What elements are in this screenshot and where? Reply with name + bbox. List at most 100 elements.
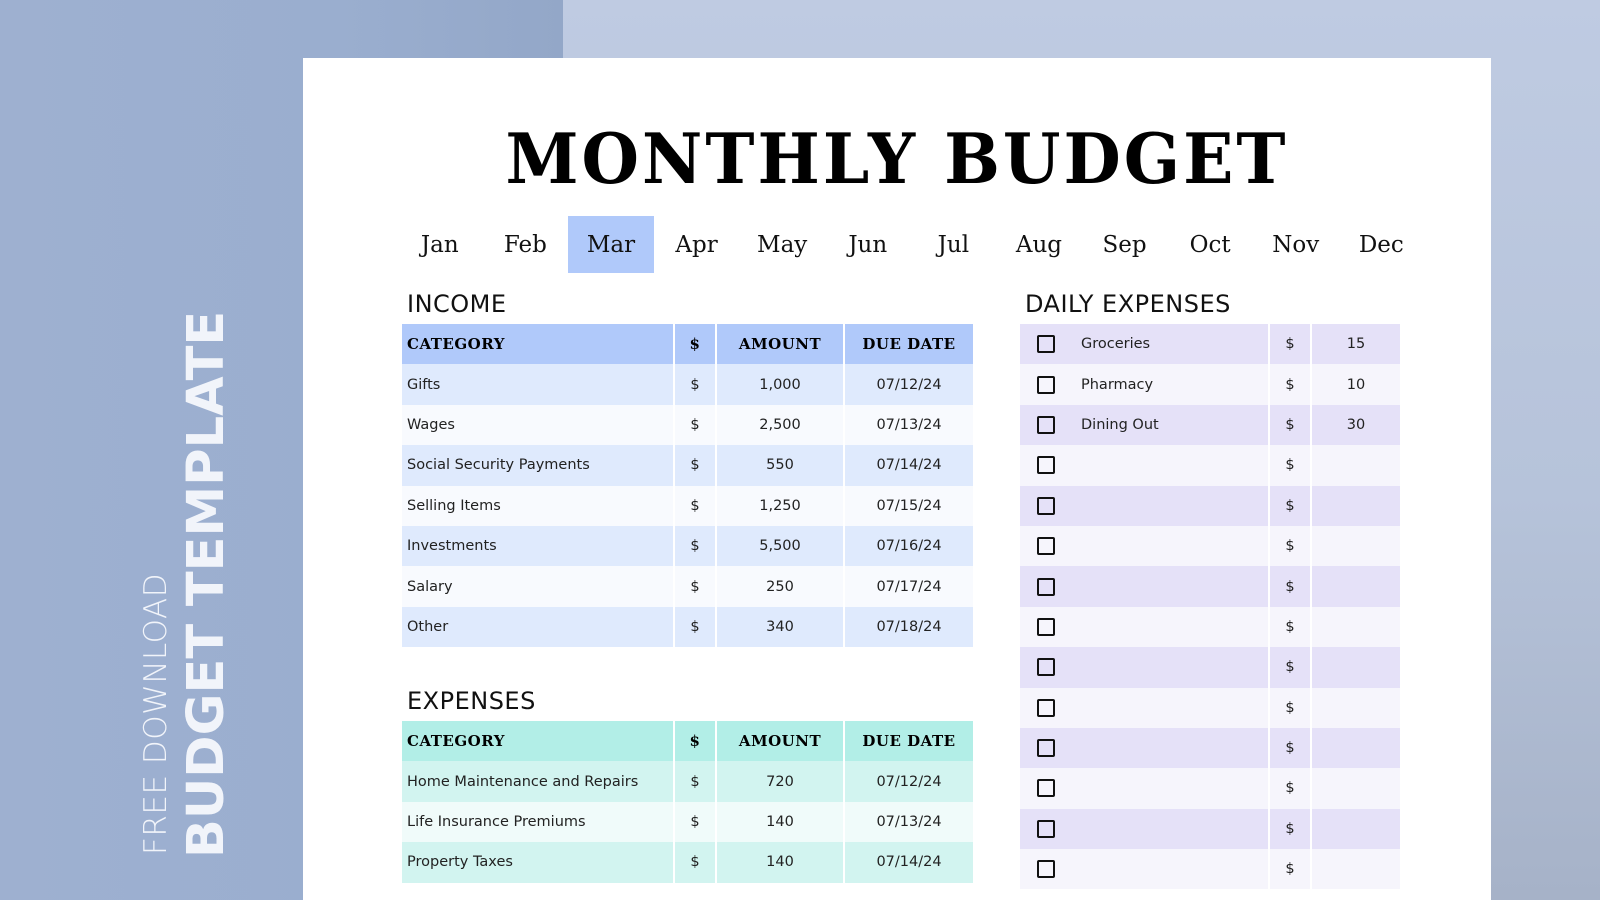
amount-cell[interactable]: 340 xyxy=(717,606,845,648)
month-tab-jul[interactable]: Jul xyxy=(911,216,997,273)
currency-cell[interactable]: $ xyxy=(675,842,717,883)
amount-cell[interactable] xyxy=(1312,606,1400,648)
checkbox-icon[interactable] xyxy=(1037,537,1055,556)
month-tab-mar[interactable]: Mar xyxy=(568,216,654,273)
checkbox-icon[interactable] xyxy=(1037,698,1055,717)
checkbox-icon[interactable] xyxy=(1037,819,1055,838)
amount-cell[interactable]: 2,500 xyxy=(717,404,845,446)
daily-expense-row: $ xyxy=(1020,808,1400,850)
due-date-cell[interactable]: 07/15/24 xyxy=(845,485,973,526)
category-cell[interactable]: Gifts xyxy=(402,364,675,405)
month-tab-feb[interactable]: Feb xyxy=(483,216,569,273)
currency-cell[interactable]: $ xyxy=(675,761,717,802)
amount-cell[interactable] xyxy=(1312,525,1400,567)
category-cell[interactable]: Home Maintenance and Repairs xyxy=(402,761,675,802)
checkbox-icon[interactable] xyxy=(1037,456,1055,475)
amount-cell[interactable]: 1,000 xyxy=(717,364,845,405)
month-tab-aug[interactable]: Aug xyxy=(996,216,1082,273)
due-date-cell[interactable]: 07/13/24 xyxy=(845,404,973,446)
amount-cell[interactable] xyxy=(1312,485,1400,526)
due-date-cell[interactable]: 07/17/24 xyxy=(845,566,973,607)
due-date-cell[interactable]: 07/14/24 xyxy=(845,445,973,486)
category-cell[interactable]: Other xyxy=(402,606,675,648)
currency-cell[interactable]: $ xyxy=(675,801,717,843)
checkbox-icon[interactable] xyxy=(1037,496,1055,515)
item-cell[interactable] xyxy=(1020,849,1270,890)
month-tab-oct[interactable]: Oct xyxy=(1167,216,1253,273)
currency-cell[interactable]: $ xyxy=(675,525,717,567)
item-cell[interactable]: Dining Out xyxy=(1020,404,1270,446)
item-cell[interactable] xyxy=(1020,445,1270,486)
item-cell[interactable] xyxy=(1020,485,1270,526)
due-date-cell[interactable]: 07/14/24 xyxy=(845,842,973,883)
currency-cell[interactable]: $ xyxy=(675,566,717,607)
amount-cell[interactable]: 140 xyxy=(717,801,845,843)
amount-cell[interactable] xyxy=(1312,849,1400,890)
item-cell[interactable] xyxy=(1020,808,1270,850)
amount-cell[interactable]: 5,500 xyxy=(717,525,845,567)
due-date-cell[interactable]: 07/12/24 xyxy=(845,364,973,405)
daily-expense-row: $ xyxy=(1020,606,1400,648)
amount-cell[interactable]: 140 xyxy=(717,842,845,883)
amount-cell[interactable] xyxy=(1312,647,1400,688)
month-tab-jan[interactable]: Jan xyxy=(397,216,483,273)
checkbox-icon[interactable] xyxy=(1037,860,1055,879)
due-date-cell[interactable]: 07/18/24 xyxy=(845,606,973,648)
amount-cell[interactable] xyxy=(1312,768,1400,809)
month-tab-may[interactable]: May xyxy=(739,216,825,273)
category-cell[interactable]: Salary xyxy=(402,566,675,607)
month-tab-nov[interactable]: Nov xyxy=(1253,216,1339,273)
due-date-cell[interactable]: 07/12/24 xyxy=(845,761,973,802)
category-cell[interactable]: Social Security Payments xyxy=(402,445,675,486)
month-tab-jun[interactable]: Jun xyxy=(825,216,911,273)
checkbox-icon[interactable] xyxy=(1037,375,1055,394)
item-cell[interactable] xyxy=(1020,647,1270,688)
category-cell[interactable]: Selling Items xyxy=(402,485,675,526)
amount-cell[interactable]: 1,250 xyxy=(717,485,845,526)
item-cell[interactable] xyxy=(1020,525,1270,567)
amount-cell[interactable] xyxy=(1312,727,1400,769)
item-cell[interactable]: Groceries xyxy=(1020,324,1270,365)
checkbox-icon[interactable] xyxy=(1037,335,1055,354)
checkbox-icon[interactable] xyxy=(1037,577,1055,596)
amount-cell[interactable] xyxy=(1312,566,1400,607)
currency-cell[interactable]: $ xyxy=(675,606,717,648)
amount-cell[interactable]: 720 xyxy=(717,761,845,802)
item-cell[interactable] xyxy=(1020,687,1270,728)
checkbox-icon[interactable] xyxy=(1037,779,1055,798)
category-cell[interactable]: Wages xyxy=(402,404,675,446)
category-cell[interactable]: Life Insurance Premiums xyxy=(402,801,675,843)
income-header-row: CATEGORY $ AMOUNT DUE DATE xyxy=(402,324,973,365)
amount-cell[interactable]: 550 xyxy=(717,445,845,486)
item-cell[interactable] xyxy=(1020,768,1270,809)
item-cell[interactable]: Pharmacy xyxy=(1020,364,1270,405)
checkbox-icon[interactable] xyxy=(1037,658,1055,677)
amount-cell[interactable] xyxy=(1312,687,1400,728)
checkbox-icon[interactable] xyxy=(1037,617,1055,636)
month-tab-sep[interactable]: Sep xyxy=(1082,216,1168,273)
currency-cell[interactable]: $ xyxy=(675,404,717,446)
due-date-cell[interactable]: 07/16/24 xyxy=(845,525,973,567)
checkbox-icon[interactable] xyxy=(1037,739,1055,758)
month-tab-dec[interactable]: Dec xyxy=(1339,216,1425,273)
amount-cell[interactable]: 250 xyxy=(717,566,845,607)
currency-cell[interactable]: $ xyxy=(675,445,717,486)
daily-expense-row: $ xyxy=(1020,525,1400,567)
amount-cell[interactable]: 30 xyxy=(1312,404,1400,446)
item-cell[interactable] xyxy=(1020,727,1270,769)
item-cell[interactable] xyxy=(1020,606,1270,648)
category-cell[interactable]: Property Taxes xyxy=(402,842,675,883)
month-tab-apr[interactable]: Apr xyxy=(654,216,740,273)
amount-cell[interactable]: 10 xyxy=(1312,364,1400,405)
amount-cell[interactable] xyxy=(1312,808,1400,850)
amount-cell[interactable] xyxy=(1312,445,1400,486)
category-cell[interactable]: Investments xyxy=(402,525,675,567)
currency-cell[interactable]: $ xyxy=(675,364,717,405)
expenses-section-title: EXPENSES xyxy=(407,687,536,715)
budget-document: MONTHLY BUDGET Jan Feb Mar Apr May Jun Jul Aug S… xyxy=(303,58,1491,900)
currency-cell[interactable]: $ xyxy=(675,485,717,526)
item-cell[interactable] xyxy=(1020,566,1270,607)
checkbox-icon[interactable] xyxy=(1037,415,1055,434)
amount-cell[interactable]: 15 xyxy=(1312,324,1400,365)
due-date-cell[interactable]: 07/13/24 xyxy=(845,801,973,843)
